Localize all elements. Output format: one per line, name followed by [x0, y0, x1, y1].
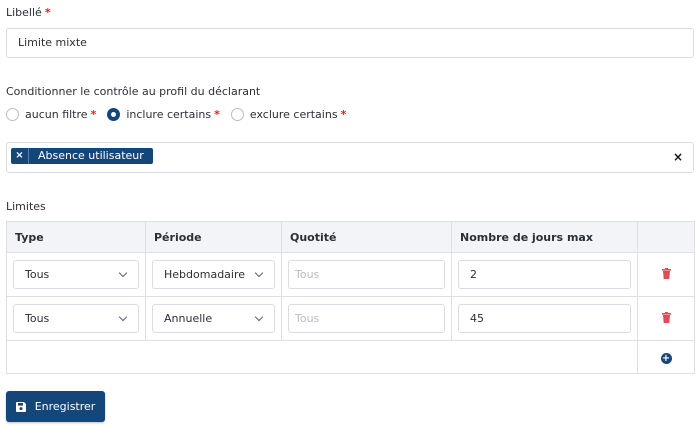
type-select[interactable]: Tous — [13, 260, 139, 289]
save-button-label: Enregistrer — [34, 400, 96, 413]
column-header-actions — [637, 221, 695, 253]
cell-quotite: Tous — [281, 252, 452, 297]
column-header-quotite: Quotité — [281, 221, 452, 253]
plus-circle-icon[interactable]: + — [660, 352, 672, 364]
table-header-row: Type Période Quotité Nombre de jours max — [6, 221, 695, 253]
add-row: + — [6, 340, 695, 374]
radio-label: aucun filtre — [25, 107, 88, 121]
column-header-type: Type — [6, 221, 146, 253]
profile-radio-group: aucun filtre * inclure certains * exclure … — [6, 106, 357, 122]
radio-aucun-filtre[interactable]: aucun filtre * — [6, 107, 97, 121]
cell-jours: 45 — [451, 296, 638, 341]
cell-actions — [637, 296, 695, 341]
column-header-jours-max: Nombre de jours max — [451, 221, 638, 253]
radio-label: inclure certains — [126, 107, 212, 121]
cell-quotite: Tous — [281, 296, 452, 341]
add-row-spacer — [6, 340, 638, 374]
cell-periode: Hebdomadaire — [145, 252, 282, 297]
type-select-value: Tous — [25, 312, 50, 325]
quotite-input[interactable]: Tous — [288, 304, 445, 333]
required-mark: * — [340, 107, 347, 121]
radio-circle — [230, 107, 244, 121]
tag-label: Absence utilisateur — [38, 149, 144, 162]
cell-type: Tous — [6, 296, 146, 341]
required-mark: * — [214, 107, 220, 121]
cell-add: + — [637, 340, 695, 374]
cell-periode: Annuelle — [145, 296, 282, 341]
limits-label: Limites — [6, 200, 46, 213]
table-row: Tous Hebdomadaire Tous 2 — [6, 252, 695, 297]
clear-all-icon[interactable]: × — [673, 150, 683, 164]
periode-select[interactable]: Hebdomadaire — [152, 260, 275, 289]
radio-exclure-certains[interactable]: exclure certains * — [230, 107, 347, 121]
required-mark: * — [90, 107, 97, 121]
chevron-down-icon — [118, 268, 128, 278]
tag-remove-icon[interactable]: × — [11, 148, 29, 164]
cell-type: Tous — [6, 252, 146, 297]
jours-max-input[interactable]: 2 — [458, 260, 631, 289]
selected-tag: × Absence utilisateur — [11, 148, 153, 164]
floppy-disk-icon — [15, 401, 26, 412]
cell-jours: 2 — [451, 252, 638, 297]
libelle-input[interactable]: Limite mixte — [6, 28, 694, 58]
chevron-down-icon — [118, 312, 128, 322]
column-header-periode: Période — [145, 221, 282, 253]
profile-multiselect[interactable]: × Absence utilisateur × — [6, 142, 694, 173]
type-select[interactable]: Tous — [13, 304, 139, 333]
limits-table: Type Période Quotité Nombre de jours max… — [6, 221, 695, 374]
quotite-input[interactable]: Tous — [288, 260, 445, 289]
radio-label: exclure certains — [249, 107, 338, 121]
type-select-value: Tous — [25, 268, 50, 281]
trash-icon[interactable] — [661, 311, 671, 326]
chevron-down-icon — [254, 312, 264, 322]
periode-select[interactable]: Annuelle — [152, 304, 275, 333]
trash-icon[interactable] — [661, 267, 671, 282]
chevron-down-icon — [254, 268, 264, 278]
jours-max-input[interactable]: 45 — [458, 304, 631, 333]
required-mark: * — [44, 6, 51, 19]
periode-select-value: Annuelle — [164, 312, 213, 325]
libelle-label-text: Libellé — [6, 6, 42, 19]
periode-select-value: Hebdomadaire — [164, 268, 246, 281]
libelle-label: Libellé * — [6, 6, 51, 19]
radio-inclure-certains[interactable]: inclure certains * — [107, 107, 220, 121]
radio-circle — [6, 107, 19, 121]
save-button[interactable]: Enregistrer — [6, 391, 105, 422]
cell-actions — [637, 252, 695, 297]
table-row: Tous Annuelle Tous 45 — [6, 296, 695, 341]
radio-circle-checked — [107, 107, 121, 121]
profile-condition-label: Conditionner le contrôle au profil du dé… — [6, 85, 261, 98]
